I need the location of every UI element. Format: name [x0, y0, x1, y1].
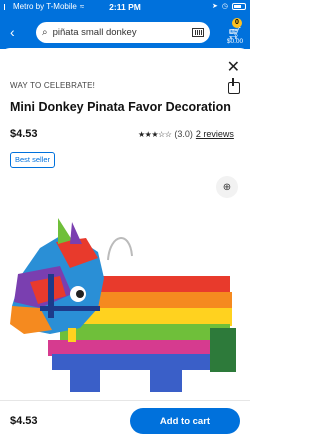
cart-button[interactable]: 🛒︎ 0 $0.00	[222, 18, 248, 46]
close-icon[interactable]: ✕	[227, 60, 240, 76]
chevron-left-icon[interactable]: ‹	[10, 23, 15, 41]
battery-icon	[232, 2, 246, 10]
location-icon: ➤	[212, 3, 218, 10]
product-rating[interactable]: ★★★☆☆ (3.0) 2 reviews	[138, 129, 234, 139]
barcode-icon[interactable]	[192, 28, 204, 37]
alarm-icon: ◷	[221, 3, 228, 10]
search-row: ‹ ⌕ piñata small donkey 🛒︎ 0 $0.00	[0, 18, 250, 46]
search-query-text: piñata small donkey	[52, 27, 137, 38]
zoom-button[interactable]: ⊕	[216, 176, 238, 198]
app-header: Metro by T-Mobile ≈ 2:11 PM ➤ ◷ ‹ ⌕ piña…	[0, 0, 250, 49]
cart-count-badge: 0	[232, 18, 242, 28]
product-title: Mini Donkey Pinata Favor Decoration	[10, 100, 231, 114]
bottom-bar: $4.53 Add to cart	[0, 400, 250, 444]
best-seller-badge: Best seller	[10, 152, 56, 168]
cart-total: $0.00	[226, 38, 244, 45]
rating-value: (3.0)	[174, 129, 193, 139]
search-icon: ⌕	[42, 27, 48, 38]
zoom-icon: ⊕	[222, 181, 232, 193]
share-icon[interactable]	[228, 78, 240, 94]
reviews-link[interactable]: 2 reviews	[196, 129, 234, 139]
product-sheet: ✕ WAY TO CELEBRATE! Mini Donkey Pinata F…	[0, 48, 250, 444]
star-rating-icon: ★★★☆☆	[138, 129, 172, 139]
search-input[interactable]: ⌕ piñata small donkey	[36, 22, 210, 43]
product-brand[interactable]: WAY TO CELEBRATE!	[10, 81, 95, 90]
bottom-price: $4.53	[10, 415, 38, 427]
add-to-cart-button[interactable]: Add to cart	[130, 408, 240, 434]
status-bar: Metro by T-Mobile ≈ 2:11 PM ➤ ◷	[0, 0, 250, 14]
product-image[interactable]	[0, 178, 250, 408]
product-price: $4.53	[10, 128, 38, 140]
